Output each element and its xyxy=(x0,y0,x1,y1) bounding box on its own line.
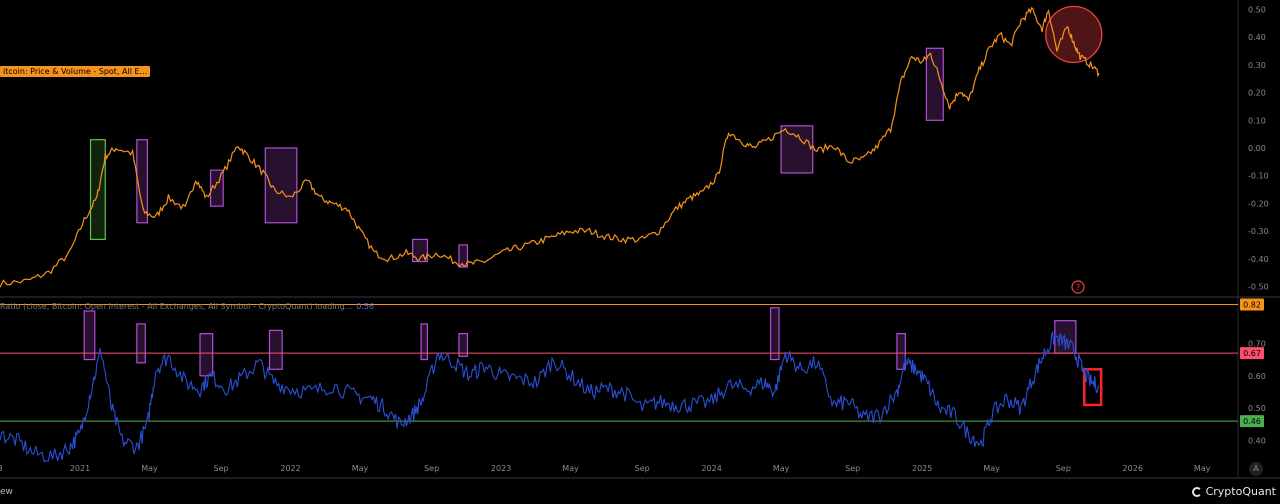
price-y-tick: -0.40 xyxy=(1248,255,1269,264)
x-tick: May xyxy=(1194,464,1211,473)
ratio-y-tick: 0.70 xyxy=(1248,339,1266,348)
x-tick: Sep xyxy=(424,464,439,473)
ratio-box xyxy=(769,307,780,361)
price-y-tick: 0.30 xyxy=(1248,61,1266,70)
grid xyxy=(0,0,1280,479)
price-box xyxy=(136,139,148,224)
price-y-tick: 0.10 xyxy=(1248,116,1266,125)
price-y-tick: 0.40 xyxy=(1248,33,1266,42)
x-tick: May xyxy=(773,464,790,473)
x-tick: Sep xyxy=(635,464,650,473)
reference-tag-label: 0.46 xyxy=(1243,417,1261,426)
x-axis: 8 2021 May Sep 2022 May Sep 2023 May Sep 2024 May Se… xyxy=(0,464,1211,473)
x-tick: 2026 xyxy=(1123,464,1143,473)
x-tick: May xyxy=(983,464,1000,473)
x-tick: 2021 xyxy=(70,464,90,473)
x-tick: 2023 xyxy=(491,464,511,473)
price-y-tick: 0.50 xyxy=(1248,6,1266,15)
reference-tag-label: 0.67 xyxy=(1243,349,1261,358)
price-y-axis: 0.50 0.40 0.30 0.20 0.10 0.00 -0.10 -0.20 -0.30 -… xyxy=(1248,6,1269,292)
brand-logo: CryptoQuant xyxy=(1191,485,1276,498)
ratio-box xyxy=(83,310,96,361)
ratio-box xyxy=(420,323,429,361)
indicator-value: 0.56 xyxy=(356,302,375,311)
price-series-label[interactable]: itcoin: Price & Volume - Spot, All E... xyxy=(0,66,151,77)
x-tick: Sep xyxy=(214,464,229,473)
oi-ratio-line xyxy=(0,330,1100,463)
price-y-tick: -0.10 xyxy=(1248,172,1269,181)
brand-name: CryptoQuant xyxy=(1205,485,1276,498)
ratio-y-tick: 0.40 xyxy=(1248,437,1266,446)
price-y-tick: -0.20 xyxy=(1248,199,1269,208)
ratio-box xyxy=(136,323,146,364)
price-box xyxy=(925,47,944,121)
ratio-reference-lines: 0.82 0.67 0.46 xyxy=(0,298,1264,428)
price-box xyxy=(780,125,814,174)
auto-scale-button[interactable]: A xyxy=(1249,462,1263,476)
price-y-tick: 0.00 xyxy=(1248,144,1266,153)
ratio-y-tick: 0.50 xyxy=(1248,404,1266,413)
chart-canvas: ? 0.82 0.67 0.46 0.50 0.40 0.30 0.20 0.10 0.00 -… xyxy=(0,0,1280,479)
x-tick: 2025 xyxy=(912,464,932,473)
x-tick: May xyxy=(352,464,369,473)
ratio-y-tick: 0.60 xyxy=(1248,372,1266,381)
footer-left-text: ew xyxy=(0,487,13,497)
x-tick: 2024 xyxy=(701,464,721,473)
indicator-label[interactable]: Ratio (close, Bitcoin: Open Interest - A… xyxy=(0,302,374,311)
price-y-tick: -0.50 xyxy=(1248,282,1269,291)
price-y-tick: -0.30 xyxy=(1248,227,1269,236)
x-tick: Sep xyxy=(1056,464,1071,473)
x-tick: May xyxy=(562,464,579,473)
cryptoquant-icon xyxy=(1191,486,1202,497)
help-marker-label: ? xyxy=(1076,283,1080,292)
x-tick: 8 xyxy=(0,464,3,473)
indicator-name: Ratio (close, Bitcoin: Open Interest - A… xyxy=(0,302,353,311)
ratio-box xyxy=(268,329,283,370)
x-tick: May xyxy=(141,464,158,473)
x-tick: 2022 xyxy=(280,464,300,473)
x-tick: Sep xyxy=(845,464,860,473)
ratio-box xyxy=(199,333,214,377)
reference-tag-label: 0.82 xyxy=(1243,300,1261,309)
price-y-tick: 0.20 xyxy=(1248,89,1266,98)
